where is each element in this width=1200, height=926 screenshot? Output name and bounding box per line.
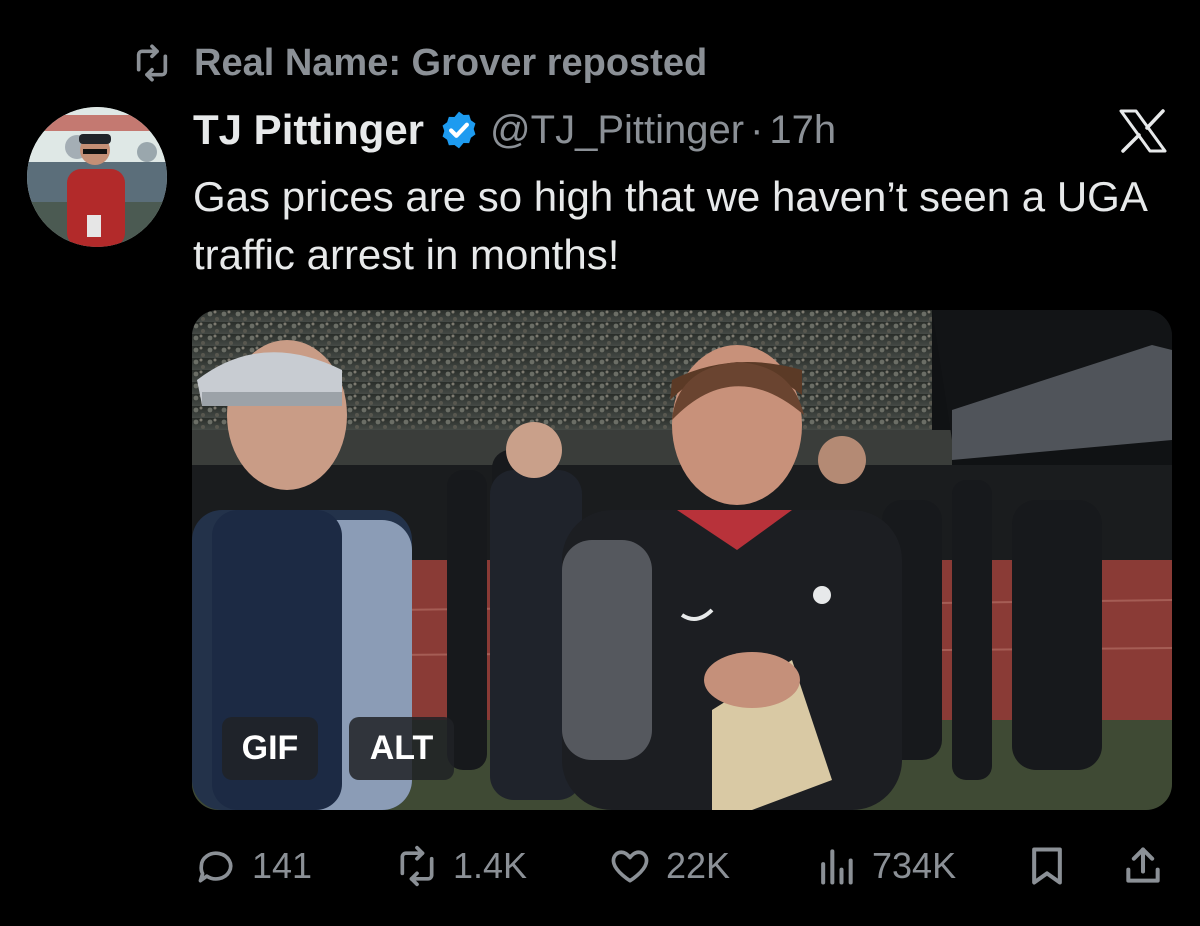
repost-indicator[interactable]: Real Name: Grover reposted <box>132 38 707 88</box>
bookmark-icon <box>1032 847 1062 885</box>
bookmark-button[interactable] <box>1025 836 1069 896</box>
avatar[interactable] <box>27 107 167 247</box>
reply-icon <box>198 851 233 883</box>
reply-count: 141 <box>252 845 313 886</box>
heart-icon <box>611 850 649 883</box>
repost-count: 1.4K <box>453 845 528 886</box>
author-name[interactable]: TJ Pittinger <box>193 106 424 154</box>
share-button[interactable] <box>1121 836 1165 896</box>
timestamp[interactable]: 17h <box>769 108 836 153</box>
repost-icon <box>400 845 434 887</box>
alt-text-button[interactable]: ALT <box>349 717 454 780</box>
like-count: 22K <box>666 845 731 886</box>
gif-badge: GIF <box>222 717 318 780</box>
gif-scene-image <box>192 310 1172 810</box>
views-button[interactable]: 734K <box>814 836 956 896</box>
repost-icon <box>136 44 168 82</box>
tweet-text: Gas prices are so high that we haven’t s… <box>193 173 1146 278</box>
separator-dot: · <box>750 107 764 152</box>
reply-button[interactable]: 141 <box>194 836 312 896</box>
repost-button[interactable]: 1.4K <box>395 836 527 896</box>
tweet-actions: 141 1.4K 22K 734K <box>0 836 1200 896</box>
view-count: 734K <box>872 845 957 886</box>
gif-media[interactable] <box>192 310 1172 810</box>
author-handle[interactable]: @TJ_Pittinger <box>490 108 744 153</box>
share-icon <box>1126 847 1160 883</box>
views-chart-icon <box>821 849 853 885</box>
repost-text: Real Name: Grover reposted <box>194 41 708 84</box>
tweet-header: TJ Pittinger @TJ_Pittinger · 17h <box>193 102 836 158</box>
verified-badge-icon <box>442 111 476 149</box>
x-logo-icon <box>1119 109 1167 153</box>
like-button[interactable]: 22K <box>608 836 730 896</box>
